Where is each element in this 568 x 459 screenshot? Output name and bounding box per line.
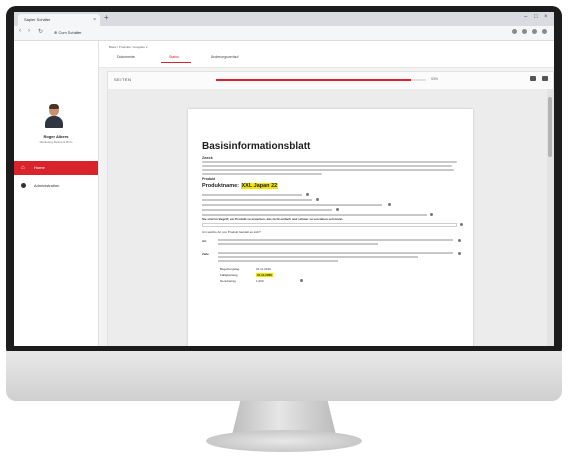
progress-percent: 93% xyxy=(431,77,439,81)
avatar[interactable] xyxy=(44,104,64,129)
sidebar-item-label: Home xyxy=(34,165,45,170)
sidebar-item-label: Administration xyxy=(34,183,60,188)
text-line xyxy=(202,169,454,171)
kv-value: 01.11.2019 xyxy=(256,267,271,271)
active-tab-indicator xyxy=(161,62,191,63)
breadcrumb[interactable]: Basis / Produkte / Ausgabe 2 xyxy=(109,45,148,49)
user-name: Roger Albers xyxy=(43,134,69,139)
document-title: Basisinformationsblatt xyxy=(202,141,311,152)
info-icon[interactable] xyxy=(306,193,309,196)
text-line xyxy=(218,243,378,245)
document-viewer[interactable]: Basisinformationsblatt Zweck Produkt Pro… xyxy=(108,89,553,346)
text-line xyxy=(202,209,332,211)
reload-icon[interactable]: ↻ xyxy=(38,28,43,35)
text-line xyxy=(218,239,453,241)
kv-key: Fälligkeitstag xyxy=(220,273,238,277)
monitor-chin xyxy=(6,351,562,401)
close-icon[interactable]: × xyxy=(93,14,96,26)
browser-tab[interactable]: Sapier Schäfer × xyxy=(18,14,100,26)
tab-aenderungsverlauf[interactable]: Änderungsverlauf xyxy=(211,55,238,59)
profile-icon[interactable] xyxy=(532,29,537,34)
kv-key: Nennbetrag xyxy=(220,279,236,283)
kv-key: Begebungstag xyxy=(220,267,240,271)
product-label: Produktname: xyxy=(202,183,239,189)
sidebar-item-administration[interactable]: Administration xyxy=(14,179,98,193)
row-label-ziele: Ziele xyxy=(202,252,209,256)
row-label-art: Art xyxy=(202,239,207,243)
browser-tab-title: Sapier Schäfer xyxy=(24,17,51,22)
text-line xyxy=(202,199,312,201)
product-value[interactable]: XXL Japan 22 xyxy=(240,183,279,189)
kv-value-highlighted[interactable]: 01.11.2026 xyxy=(256,273,273,277)
info-icon[interactable] xyxy=(388,203,391,206)
document-page: Basisinformationsblatt Zweck Produkt Pro… xyxy=(188,109,473,346)
screen: Sapier Schäfer × + – □ × ‹ › ↻ ⊕ Ccm Sch… xyxy=(14,12,554,346)
sidebar: Roger Albers Marketing-Referent Büro ⌂ H… xyxy=(14,41,99,346)
text-line xyxy=(218,256,418,258)
info-icon[interactable] xyxy=(460,223,463,226)
section-heading-purpose: Zweck xyxy=(202,156,213,160)
progress-bar xyxy=(216,79,426,81)
section-label: Um welche Art von Produkt handelt es sic… xyxy=(202,230,261,234)
text-line xyxy=(218,252,453,254)
info-icon[interactable] xyxy=(300,279,303,282)
back-icon[interactable]: ‹ xyxy=(19,28,21,34)
content-header: Basis / Produkte / Ausgabe 2 Dokumente S… xyxy=(99,41,554,68)
tab-status[interactable]: Status xyxy=(169,55,179,59)
tab-dokumente[interactable]: Dokumente xyxy=(117,55,135,59)
settings-icon xyxy=(21,183,27,189)
progress-fill xyxy=(216,79,412,81)
text-line xyxy=(202,165,452,167)
extension-icon[interactable] xyxy=(512,29,517,34)
browser-toolbar: ‹ › ↻ ⊕ Ccm Schäfer xyxy=(14,26,554,41)
text-line xyxy=(202,173,322,175)
browser-tab-bar: Sapier Schäfer × + – □ × xyxy=(14,12,554,26)
scrollbar-thumb[interactable] xyxy=(548,97,552,157)
section-heading-product: Produkt xyxy=(202,177,216,181)
sidebar-item-home[interactable]: ⌂ Home xyxy=(14,161,98,175)
user-subtitle: Marketing-Referent Büro xyxy=(39,140,73,144)
document-panel: SEITEN 93% Basisinformationsblatt Zweck … xyxy=(107,71,554,346)
text-line xyxy=(202,194,302,196)
scrollbar[interactable] xyxy=(547,89,553,346)
info-icon[interactable] xyxy=(336,208,339,211)
menu-icon[interactable] xyxy=(542,29,547,34)
address-bar[interactable]: ⊕ Ccm Schäfer xyxy=(54,29,114,37)
info-icon[interactable] xyxy=(458,239,461,242)
window-close-icon[interactable]: × xyxy=(544,14,548,20)
panel-title: SEITEN xyxy=(114,77,132,82)
info-icon[interactable] xyxy=(430,213,433,216)
text-line xyxy=(202,161,457,163)
download-icon[interactable] xyxy=(542,76,548,81)
home-icon: ⌂ xyxy=(21,165,25,171)
kv-value: 1.000 xyxy=(256,279,264,283)
forward-icon[interactable]: › xyxy=(28,28,30,34)
text-line xyxy=(218,260,338,262)
new-tab-button[interactable]: + xyxy=(104,13,109,22)
print-icon[interactable] xyxy=(530,76,536,81)
maximize-icon[interactable]: □ xyxy=(534,14,538,20)
extension-icon[interactable] xyxy=(522,29,527,34)
minimize-icon[interactable]: – xyxy=(524,14,527,20)
product-name-row: Produktname: XXL Japan 22 xyxy=(202,183,279,189)
monitor-stand-base xyxy=(206,430,362,452)
info-icon[interactable] xyxy=(316,198,319,201)
text-line xyxy=(202,204,382,206)
info-icon[interactable] xyxy=(458,252,461,255)
notice-field[interactable] xyxy=(202,223,457,227)
text-line xyxy=(202,214,427,216)
notice-text: Sie sind im Begriff, ein Produkt zu erwe… xyxy=(202,217,344,221)
